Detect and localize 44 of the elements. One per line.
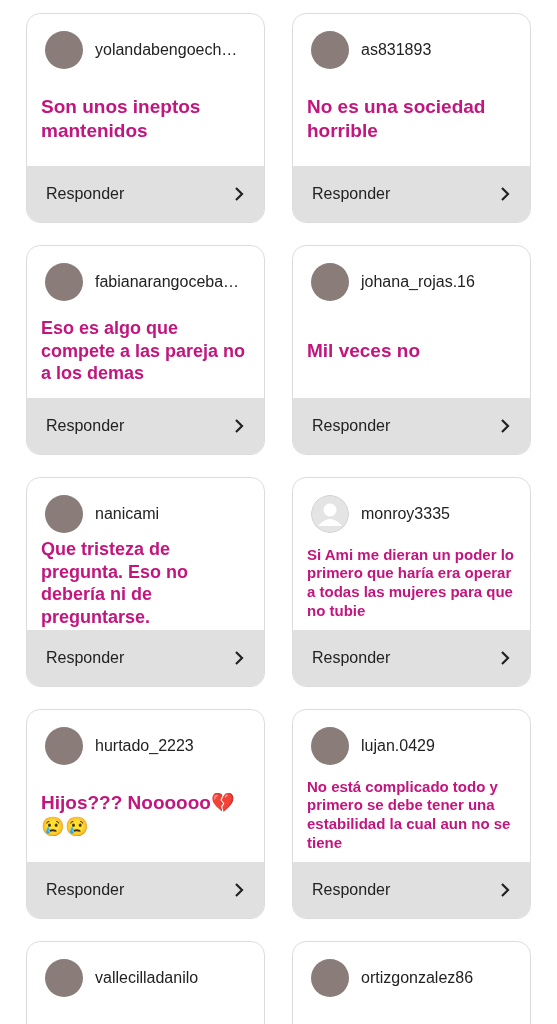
username[interactable]: lujan.0429: [361, 737, 435, 755]
comment-text: Hijos??? Noooooo💔 😢😢: [41, 791, 236, 839]
comment-text: Son unos ineptos mantenidos: [41, 95, 202, 143]
reply-button[interactable]: Responder: [27, 398, 264, 454]
chevron-right-icon: [234, 418, 244, 434]
chevron-right-icon: [234, 186, 244, 202]
username[interactable]: hurtado_2223: [95, 737, 194, 755]
username[interactable]: yolandabengoech…: [95, 41, 238, 59]
comment-text: No es una sociedad horrible: [307, 95, 487, 143]
username[interactable]: johana_rojas.16: [361, 273, 475, 291]
avatar-photo-placeholder: [311, 31, 349, 69]
avatar-photo-placeholder: [311, 959, 349, 997]
chevron-right-icon: [500, 882, 510, 898]
avatar-photo-placeholder: [311, 727, 349, 765]
chevron-right-icon: [234, 882, 244, 898]
avatar-photo-placeholder: [311, 263, 349, 301]
reply-button[interactable]: Responder: [27, 630, 264, 686]
comment-text: Mil veces no: [307, 339, 420, 363]
avatar-photo-placeholder: [45, 31, 83, 69]
username[interactable]: monroy3335: [361, 505, 450, 523]
comment-text: Que tristeza de pregunta. Eso no debería ni de preguntarse.: [41, 538, 189, 628]
avatar-photo-placeholder: [45, 727, 83, 765]
chevron-right-icon: [500, 418, 510, 434]
chevron-right-icon: [500, 650, 510, 666]
username[interactable]: fabianarangoceba…: [95, 273, 240, 291]
avatar-photo-placeholder: [45, 959, 83, 997]
chevron-right-icon: [234, 650, 244, 666]
reply-button[interactable]: Responder: [293, 862, 530, 918]
reply-button[interactable]: Responder: [293, 398, 530, 454]
username[interactable]: as831893: [361, 41, 432, 59]
avatar-photo-placeholder: [45, 263, 83, 301]
username[interactable]: ortizgonzalez86: [361, 969, 474, 987]
username[interactable]: vallecilladanilo: [95, 969, 199, 987]
comment-text: No está complicado todo y primero se debe tener una estabilidad la cual aun no se tiene: [307, 777, 512, 853]
default-avatar-icon: [311, 495, 349, 533]
comment-text: Si Ami me dieran un poder lo primero que haría era operar a todas las mujeres para que no tubie: [307, 545, 515, 621]
comment-text: Eso es algo que compete a las pareja no a los demas: [41, 317, 247, 385]
avatar-photo-placeholder: [45, 495, 83, 533]
chevron-right-icon: [500, 186, 510, 202]
reply-button[interactable]: Responder: [27, 166, 264, 222]
username[interactable]: nanicami: [95, 505, 160, 523]
reply-button[interactable]: Responder: [27, 862, 264, 918]
reply-button[interactable]: Responder: [293, 630, 530, 686]
reply-button[interactable]: Responder: [293, 166, 530, 222]
